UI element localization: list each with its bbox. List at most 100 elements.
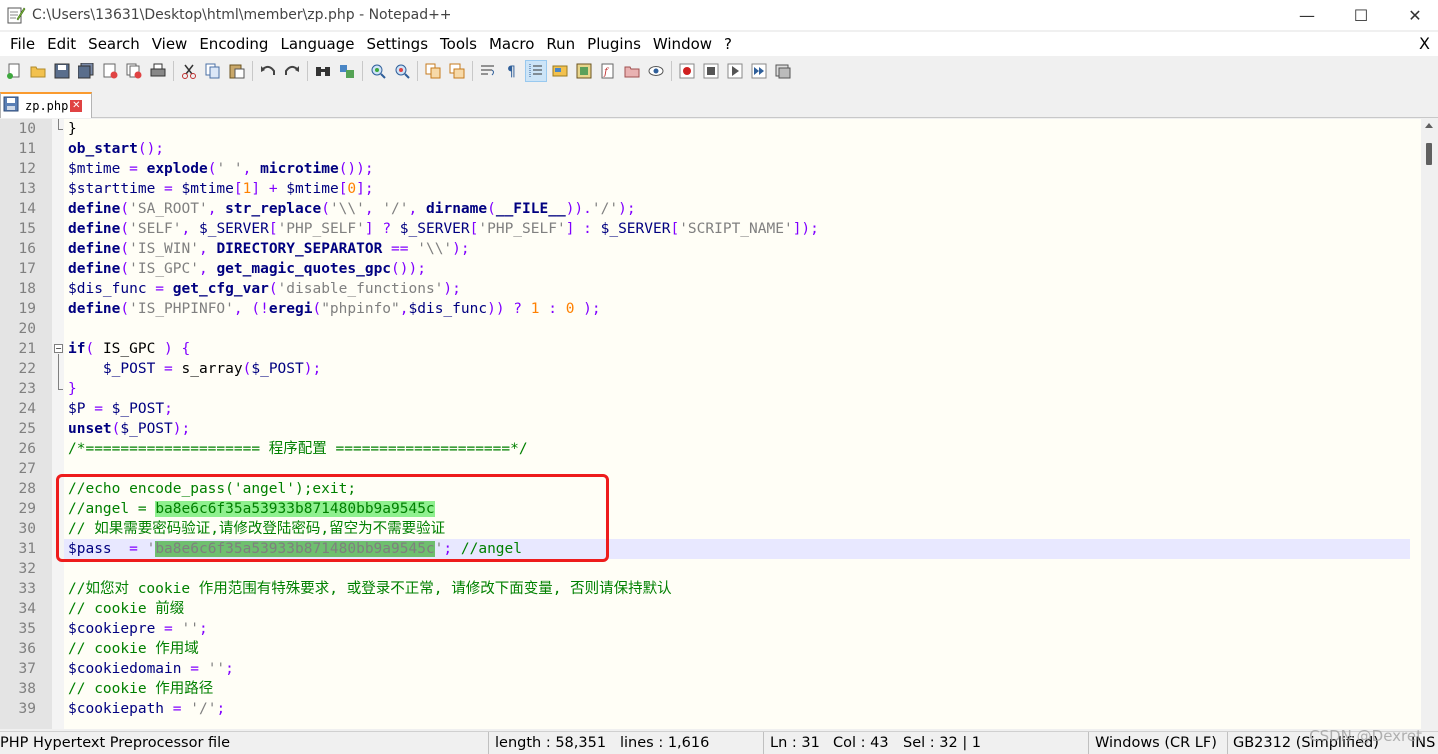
tab-close-icon[interactable]: ✕ xyxy=(70,100,83,112)
code-line[interactable]: define('SELF', $_SERVER['PHP_SELF'] ? $_… xyxy=(64,219,1410,239)
code-line[interactable] xyxy=(64,319,1410,339)
code-token: ( xyxy=(120,201,130,217)
code-line[interactable]: // cookie 作用路径 xyxy=(64,679,1410,699)
code-line[interactable]: ob_start(); xyxy=(64,139,1410,159)
save-macro-icon[interactable] xyxy=(773,61,793,81)
code-token: )) ? xyxy=(487,301,531,317)
replace-icon[interactable] xyxy=(337,61,357,81)
menu-bar: File Edit Search View Encoding Language … xyxy=(0,32,1438,56)
code-line[interactable] xyxy=(64,559,1410,579)
copy-icon[interactable] xyxy=(203,61,223,81)
code-line[interactable]: define('IS_PHPINFO', (!eregi("phpinfo",$… xyxy=(64,299,1410,319)
code-line[interactable]: } xyxy=(64,119,1410,139)
code-line[interactable]: $P = $_POST; xyxy=(64,399,1410,419)
document-map-icon[interactable] xyxy=(574,61,594,81)
code-token: (); xyxy=(137,141,165,157)
open-file-icon[interactable] xyxy=(28,61,48,81)
code-token: eregi xyxy=(268,301,313,317)
show-all-chars-icon[interactable]: ¶ xyxy=(502,61,522,81)
sync-horizontal-icon[interactable] xyxy=(447,61,467,81)
code-token: == xyxy=(382,241,418,257)
close-window-button[interactable]: ✕ xyxy=(1392,0,1438,30)
menu-window[interactable]: Window xyxy=(647,35,718,53)
code-token: // cookie 前缀 xyxy=(68,601,185,617)
find-icon[interactable] xyxy=(313,61,333,81)
print-icon[interactable] xyxy=(148,61,168,81)
play-macro-icon[interactable] xyxy=(725,61,745,81)
menu-help[interactable]: ? xyxy=(718,35,738,53)
zoom-in-icon[interactable] xyxy=(368,61,388,81)
sync-vertical-icon[interactable] xyxy=(423,61,443,81)
menu-search[interactable]: Search xyxy=(82,35,146,53)
monitoring-icon[interactable] xyxy=(646,61,666,81)
cut-icon[interactable] xyxy=(179,61,199,81)
run-macro-multiple-icon[interactable] xyxy=(749,61,769,81)
code-line[interactable]: $dis_func = get_cfg_var('disable_functio… xyxy=(64,279,1410,299)
code-line[interactable]: define('IS_WIN', DIRECTORY_SEPARATOR == … xyxy=(64,239,1410,259)
code-line[interactable]: $cookiedomain = ''; xyxy=(64,659,1410,679)
menu-encoding[interactable]: Encoding xyxy=(193,35,274,53)
scrollbar-thumb[interactable] xyxy=(1426,143,1432,165)
minimize-button[interactable]: — xyxy=(1284,0,1330,30)
code-line[interactable]: // cookie 前缀 xyxy=(64,599,1410,619)
code-line[interactable]: $cookiepre = ''; xyxy=(64,619,1410,639)
code-line[interactable]: unset($_POST); xyxy=(64,419,1410,439)
close-document-button[interactable]: X xyxy=(1419,34,1430,53)
menu-edit[interactable]: Edit xyxy=(41,35,82,53)
code-token: , xyxy=(198,241,217,257)
undo-icon[interactable] xyxy=(258,61,278,81)
menu-macro[interactable]: Macro xyxy=(483,35,540,53)
menu-plugins[interactable]: Plugins xyxy=(581,35,647,53)
maximize-button[interactable]: ☐ xyxy=(1338,0,1384,30)
code-token: ] ? xyxy=(364,221,400,237)
code-line[interactable]: $cookiepath = '/'; xyxy=(64,699,1410,719)
save-icon[interactable] xyxy=(52,61,72,81)
code-token: __FILE__ xyxy=(495,201,566,217)
code-line[interactable]: define('SA_ROOT', str_replace('\\', '/',… xyxy=(64,199,1410,219)
indent-guide-icon[interactable] xyxy=(525,60,547,82)
code-token: $mtime xyxy=(181,181,234,197)
function-list-icon[interactable]: f xyxy=(598,61,618,81)
code-line[interactable]: if( IS_GPC ) { xyxy=(64,339,1410,359)
code-line[interactable]: $starttime = $mtime[1] + $mtime[0]; xyxy=(64,179,1410,199)
code-line[interactable]: $_POST = s_array($_POST); xyxy=(64,359,1410,379)
code-line[interactable]: // cookie 作用域 xyxy=(64,639,1410,659)
new-file-icon[interactable] xyxy=(4,61,24,81)
code-line[interactable]: /*==================== 程序配置 ============… xyxy=(64,439,1410,459)
toolbar-separator xyxy=(173,61,174,81)
menu-settings[interactable]: Settings xyxy=(361,35,435,53)
vertical-scrollbar[interactable] xyxy=(1421,119,1438,729)
code-editor[interactable]: 10 11 12 13 14 15 16 17 18 19 20 21 22 23 24 25 26 27 28 29… xyxy=(0,119,1438,729)
menu-view[interactable]: View xyxy=(146,35,194,53)
redo-icon[interactable] xyxy=(282,61,302,81)
folder-as-workspace-icon[interactable] xyxy=(622,61,642,81)
code-token: ; xyxy=(164,401,173,417)
code-token: , xyxy=(198,261,217,277)
code-line[interactable]: $mtime = explode(' ', microtime()); xyxy=(64,159,1410,179)
menu-language[interactable]: Language xyxy=(274,35,360,53)
close-icon[interactable] xyxy=(100,61,120,81)
code-token: ( xyxy=(321,201,330,217)
save-all-icon[interactable] xyxy=(76,61,96,81)
code-line[interactable]: //如您对 cookie 作用范围有特殊要求, 或登录不正常, 请修改下面变量,… xyxy=(64,579,1410,599)
zoom-out-icon[interactable] xyxy=(392,61,412,81)
code-line[interactable]: define('IS_GPC', get_magic_quotes_gpc())… xyxy=(64,259,1410,279)
code-area[interactable]: } ob_start(); $mtime = explode(' ', microt… xyxy=(64,119,1410,729)
saved-file-icon xyxy=(3,96,19,116)
scroll-up-arrow-icon[interactable] xyxy=(1425,123,1433,128)
menu-file[interactable]: File xyxy=(4,35,41,53)
paste-icon[interactable] xyxy=(227,61,247,81)
line-number: 11 xyxy=(18,141,36,157)
close-all-icon[interactable] xyxy=(124,61,144,81)
word-wrap-icon[interactable] xyxy=(478,61,498,81)
code-line[interactable]: } xyxy=(64,379,1410,399)
record-macro-icon[interactable] xyxy=(677,61,697,81)
menu-tools[interactable]: Tools xyxy=(434,35,483,53)
code-token: , xyxy=(408,201,426,217)
code-token: ); xyxy=(303,361,322,377)
user-defined-language-icon[interactable] xyxy=(550,61,570,81)
stop-record-icon[interactable] xyxy=(701,61,721,81)
tab-zp-php[interactable]: zp.php ✕ xyxy=(0,92,92,118)
fold-toggle-if[interactable]: − xyxy=(54,344,63,353)
menu-run[interactable]: Run xyxy=(540,35,581,53)
